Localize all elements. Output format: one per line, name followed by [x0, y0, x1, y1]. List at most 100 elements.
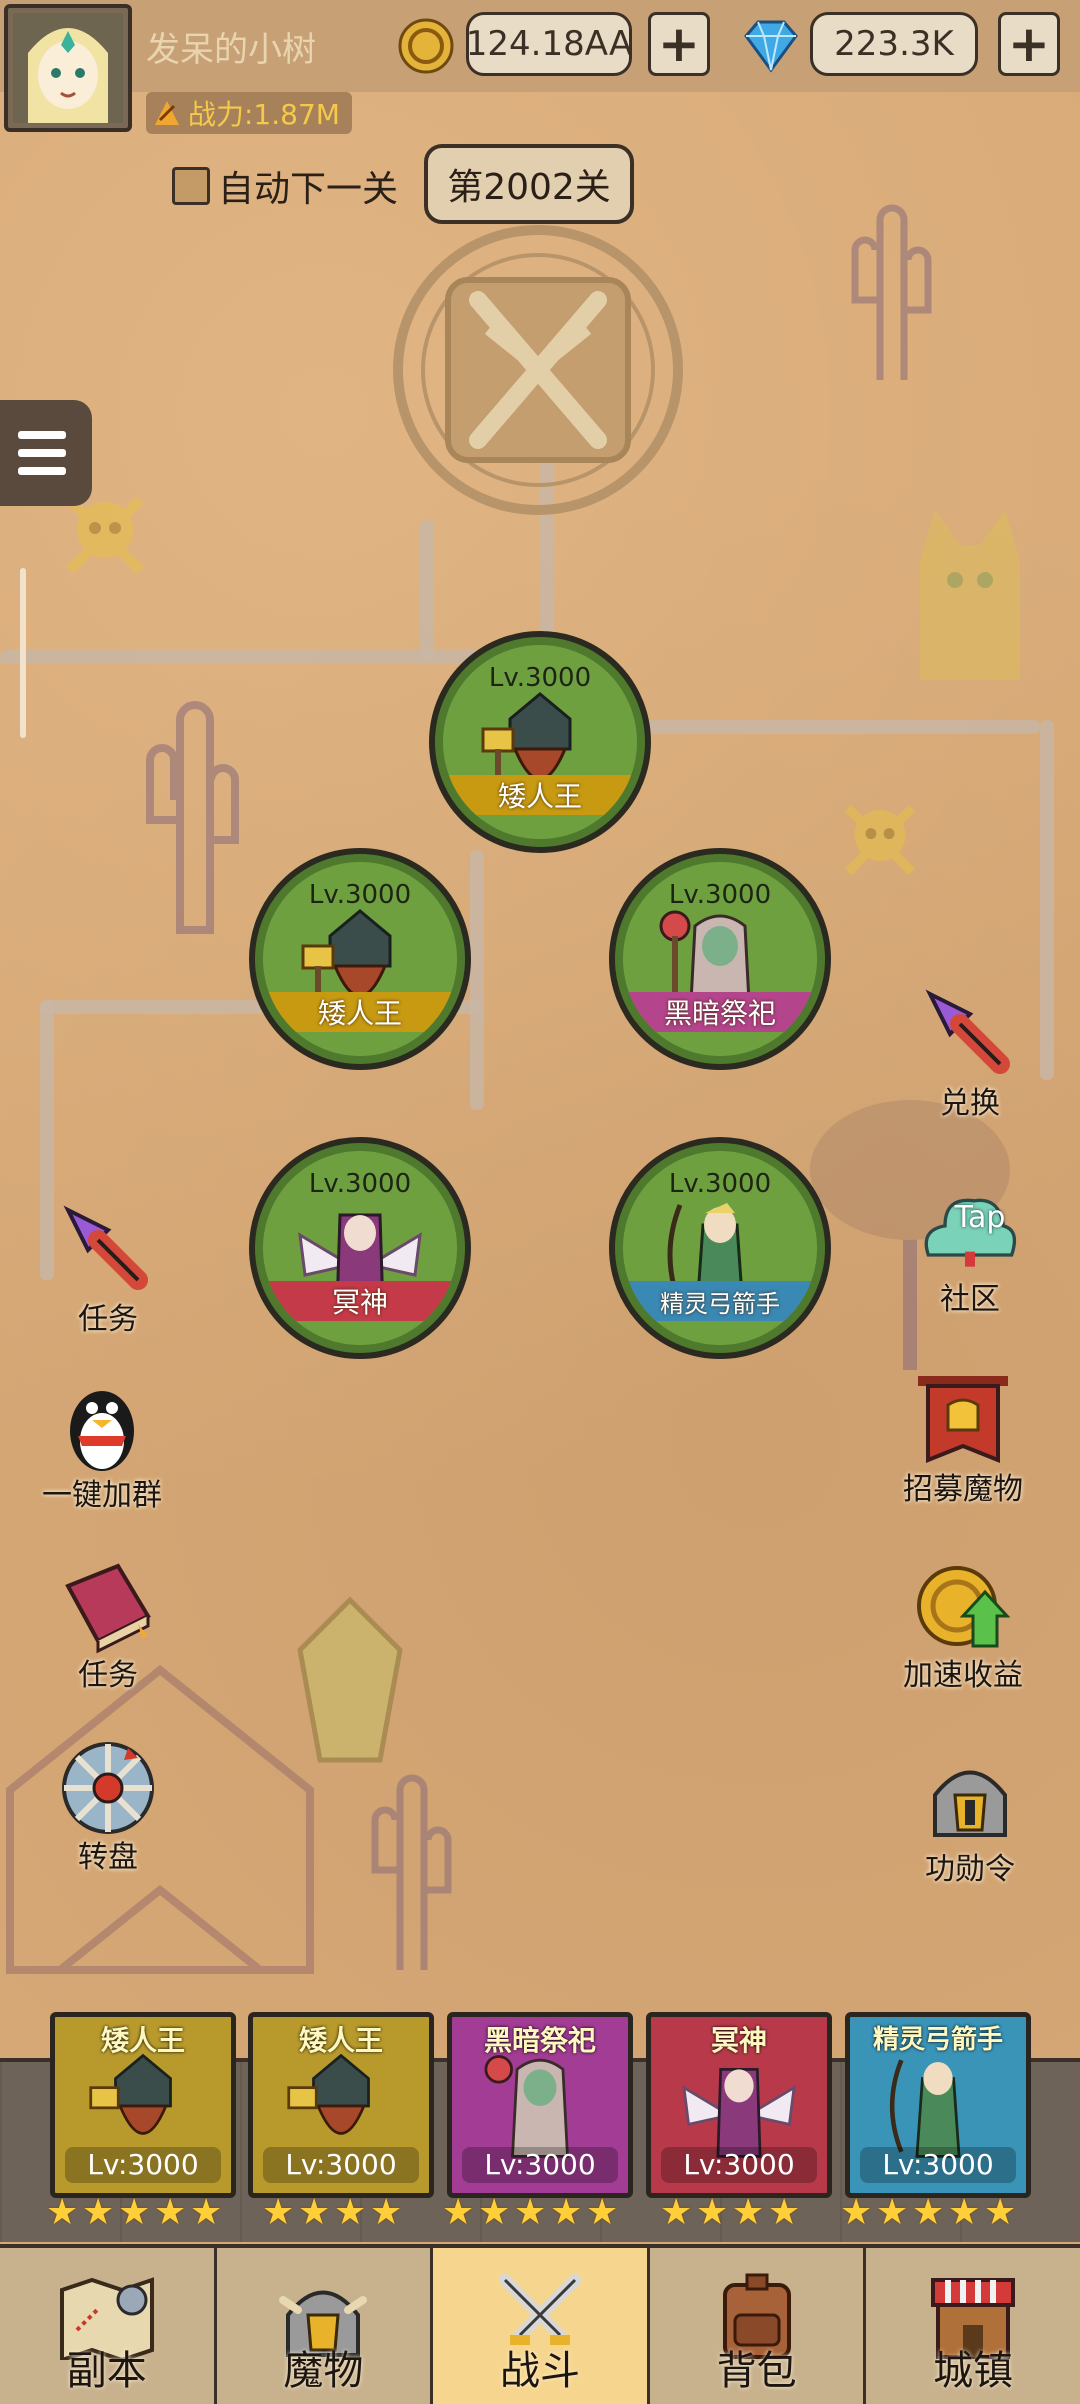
penguin-icon — [52, 1376, 152, 1476]
player-name: 发呆的小树 — [146, 30, 316, 70]
team-card[interactable]: 冥神 Lv:3000 — [646, 2012, 832, 2198]
bottom-nav: 副本 魔物 战斗 背包 城镇 — [0, 2244, 1080, 2404]
star-rating: ★ ★ ★ ★ — [262, 2192, 404, 2233]
tap-icon: Tap — [920, 1180, 1020, 1280]
team-card[interactable]: 矮人王 Lv:3000 — [248, 2012, 434, 2198]
side-button-label: 兑换 — [940, 1086, 1000, 1121]
exchange-button[interactable]: 兑换 — [920, 984, 1020, 1122]
nav-label: 城镇 — [933, 2348, 1014, 2394]
star-icon: ★ — [660, 2192, 693, 2233]
player-avatar[interactable] — [4, 4, 132, 132]
cat-statue-icon — [920, 510, 1020, 680]
team-card[interactable]: 矮人王 Lv:3000 — [50, 2012, 236, 2198]
rocket-icon — [58, 1200, 158, 1300]
enemy-node[interactable]: Lv.3000 矮人王 — [429, 631, 651, 853]
gem-icon — [738, 18, 804, 74]
side-button-label: 功勋令 — [925, 1852, 1015, 1887]
star-icon: ★ — [550, 2192, 583, 2233]
star-icon: ★ — [442, 2192, 475, 2233]
recruit-monster-button[interactable]: 招募魔物 — [903, 1370, 1023, 1508]
enemy-portrait-bg: Lv.3000 冥神 — [263, 1151, 457, 1345]
star-icon: ★ — [984, 2192, 1017, 2233]
star-icon: ★ — [696, 2192, 729, 2233]
side-button-label: 任务 — [78, 1658, 138, 1693]
enemy-node[interactable]: Lv.3000 黑暗祭祀 — [609, 848, 831, 1070]
auto-next-checkbox[interactable] — [172, 167, 210, 205]
scrollbar[interactable] — [20, 568, 26, 738]
death-god-icon — [682, 2067, 796, 2158]
star-icon: ★ — [82, 2192, 115, 2233]
add-gold-button[interactable]: + — [648, 12, 710, 76]
current-level-button[interactable]: 第2002关 — [424, 144, 634, 224]
team-card-level: Lv:3000 — [65, 2147, 221, 2183]
team-card-level: Lv:3000 — [462, 2147, 618, 2183]
banner-icon — [913, 1370, 1013, 1470]
power-icon — [155, 101, 179, 125]
enemy-node[interactable]: Lv.3000 矮人王 — [249, 848, 471, 1070]
star-rating: ★ ★ ★ ★ ★ — [840, 2192, 1018, 2233]
community-button[interactable]: Tap 社区 — [920, 1180, 1020, 1318]
map-path — [640, 720, 1040, 734]
enemy-name: 黑暗祭祀 — [663, 997, 776, 1030]
left-quest-button[interactable]: 任务 — [58, 1200, 158, 1338]
book-icon — [58, 1556, 158, 1656]
nav-town[interactable]: 城镇 — [866, 2248, 1080, 2404]
star-rating: ★ ★ ★ ★ ★ — [442, 2192, 620, 2233]
enemy-portrait-bg: Lv.3000 矮人王 — [443, 645, 637, 839]
enemy-name: 精灵弓箭手 — [660, 1289, 780, 1318]
gold-amount: 124.18AA — [466, 12, 632, 76]
merit-order-button[interactable]: 功勋令 — [920, 1750, 1020, 1888]
team-card-level: Lv:3000 — [661, 2147, 817, 2183]
auto-next-label: 自动下一关 — [218, 169, 399, 210]
auto-next-toggle[interactable]: 自动下一关 — [172, 160, 398, 212]
nav-battle[interactable]: 战斗 — [433, 2248, 650, 2404]
elf-archer-icon — [889, 2059, 961, 2158]
enemy-name-ribbon: 矮人王 — [263, 992, 457, 1032]
enemy-name: 矮人王 — [497, 780, 582, 813]
enemy-portrait-bg: Lv.3000 精灵弓箭手 — [623, 1151, 817, 1345]
enemy-portrait-bg: Lv.3000 黑暗祭祀 — [623, 862, 817, 1056]
helmet-icon — [920, 1750, 1020, 1850]
star-icon: ★ — [262, 2192, 295, 2233]
enemy-name-ribbon: 精灵弓箭手 — [623, 1281, 817, 1321]
wheel-icon — [58, 1738, 158, 1838]
star-icon: ★ — [118, 2192, 151, 2233]
team-card-level: Lv:3000 — [860, 2147, 1016, 2183]
side-button-label: 加速收益 — [903, 1658, 1023, 1693]
skull-icon — [844, 804, 916, 876]
battle-map — [0, 0, 1080, 2060]
cactus-icon — [851, 204, 932, 380]
nav-label: 副本 — [66, 2348, 147, 2394]
star-icon: ★ — [298, 2192, 331, 2233]
add-gems-button[interactable]: + — [998, 12, 1060, 76]
dark-priest-icon — [484, 2055, 569, 2158]
join-group-button[interactable]: 一键加群 — [42, 1376, 162, 1514]
lucky-wheel-button[interactable]: 转盘 — [58, 1738, 158, 1876]
speed-up-income-button[interactable]: 加速收益 — [903, 1556, 1023, 1694]
tap-badge: Tap — [954, 1200, 1006, 1235]
nav-monsters[interactable]: 魔物 — [217, 2248, 434, 2404]
gold-coin-icon — [398, 18, 454, 74]
side-menu-button[interactable] — [0, 400, 92, 506]
power-value: 战力:1.87M — [188, 98, 340, 131]
map-path — [470, 850, 484, 1110]
star-icon: ★ — [514, 2192, 547, 2233]
team-card[interactable]: 精灵弓箭手 Lv:3000 — [845, 2012, 1031, 2198]
dwarf-king-icon — [89, 2053, 172, 2135]
nav-label: 魔物 — [283, 2348, 364, 2394]
nav-label: 背包 — [716, 2348, 797, 2394]
side-button-label: 转盘 — [78, 1840, 138, 1875]
nav-backpack[interactable]: 背包 — [650, 2248, 867, 2404]
star-icon: ★ — [732, 2192, 765, 2233]
gem-amount: 223.3K — [810, 12, 978, 76]
left-task-book-button[interactable]: 任务 — [58, 1556, 158, 1694]
enemy-name-ribbon: 黑暗祭祀 — [623, 992, 817, 1032]
star-icon: ★ — [190, 2192, 223, 2233]
side-button-label: 社区 — [940, 1282, 1000, 1317]
nav-dungeon[interactable]: 副本 — [0, 2248, 217, 2404]
enemy-name: 冥神 — [331, 1286, 388, 1319]
team-card[interactable]: 黑暗祭祀 Lv:3000 — [447, 2012, 633, 2198]
enemy-node[interactable]: Lv.3000 精灵弓箭手 — [609, 1137, 831, 1359]
enemy-node[interactable]: Lv.3000 冥神 — [249, 1137, 471, 1359]
nav-label: 战斗 — [499, 2348, 580, 2394]
